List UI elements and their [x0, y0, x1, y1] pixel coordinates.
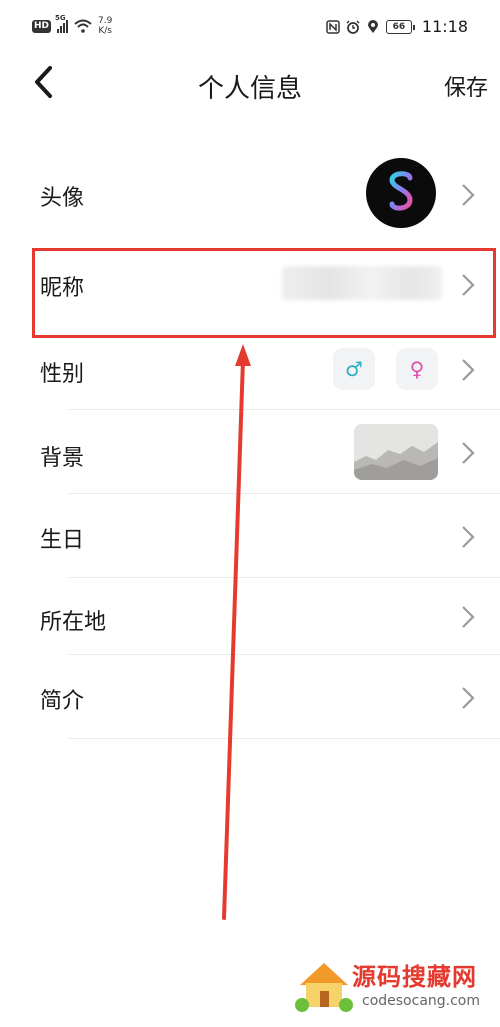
chevron-right-icon — [462, 606, 475, 628]
chevron-right-icon — [462, 442, 475, 464]
wifi-icon — [74, 19, 92, 33]
divider — [68, 738, 500, 739]
hd-badge: HD — [32, 19, 52, 33]
row-label: 简介 — [40, 689, 85, 714]
battery-icon: 66 — [385, 19, 415, 34]
house-logo-icon — [295, 963, 353, 1012]
row-bio[interactable]: 简介 — [0, 655, 500, 739]
nfc-icon — [326, 19, 340, 34]
speed-value: 7.9 — [98, 16, 113, 26]
location-icon — [366, 19, 380, 34]
chevron-right-icon — [462, 184, 475, 206]
background-thumbnail[interactable] — [354, 424, 438, 480]
row-label: 头像 — [40, 186, 85, 211]
chevron-right-icon — [462, 526, 475, 548]
status-bar: HD 5G 7.9 K/s 66 11:18 — [0, 0, 500, 56]
status-time: 11:18 — [421, 17, 468, 36]
avatar[interactable] — [366, 158, 436, 228]
row-label: 生日 — [40, 528, 85, 553]
chevron-right-icon — [462, 359, 475, 381]
male-icon: ♂ — [345, 357, 363, 381]
logo-s-icon — [389, 168, 413, 218]
status-right: 66 11:18 — [326, 17, 468, 36]
landscape-image — [354, 424, 438, 480]
row-birthday[interactable]: 生日 — [0, 494, 500, 578]
page-title: 个人信息 — [197, 74, 302, 104]
speed-unit: K/s — [98, 26, 112, 36]
alarm-icon — [346, 19, 360, 34]
chevron-right-icon — [462, 687, 475, 709]
status-left: HD 5G 7.9 K/s — [32, 14, 112, 36]
signal-icon: 5G — [55, 14, 69, 33]
row-label: 所在地 — [40, 610, 107, 635]
save-button[interactable]: 保存 — [444, 70, 488, 102]
nav-header: 个人信息 保存 — [0, 56, 500, 112]
row-location[interactable]: 所在地 — [0, 578, 500, 654]
row-label: 背景 — [40, 446, 85, 471]
network-type: 5G — [55, 14, 66, 22]
highlight-box — [32, 248, 496, 338]
watermark: 源码搜藏网 codesocang.com — [290, 953, 490, 1021]
female-icon: ♀ — [409, 357, 425, 381]
net-speed: 7.9 K/s — [98, 16, 112, 36]
watermark-subtitle: codesocang.com — [362, 993, 481, 1009]
gender-male-button[interactable]: ♂ — [333, 348, 375, 390]
gender-female-button[interactable]: ♀ — [396, 348, 438, 390]
watermark-title: 源码搜藏网 — [352, 963, 477, 991]
row-label: 性别 — [40, 362, 85, 387]
